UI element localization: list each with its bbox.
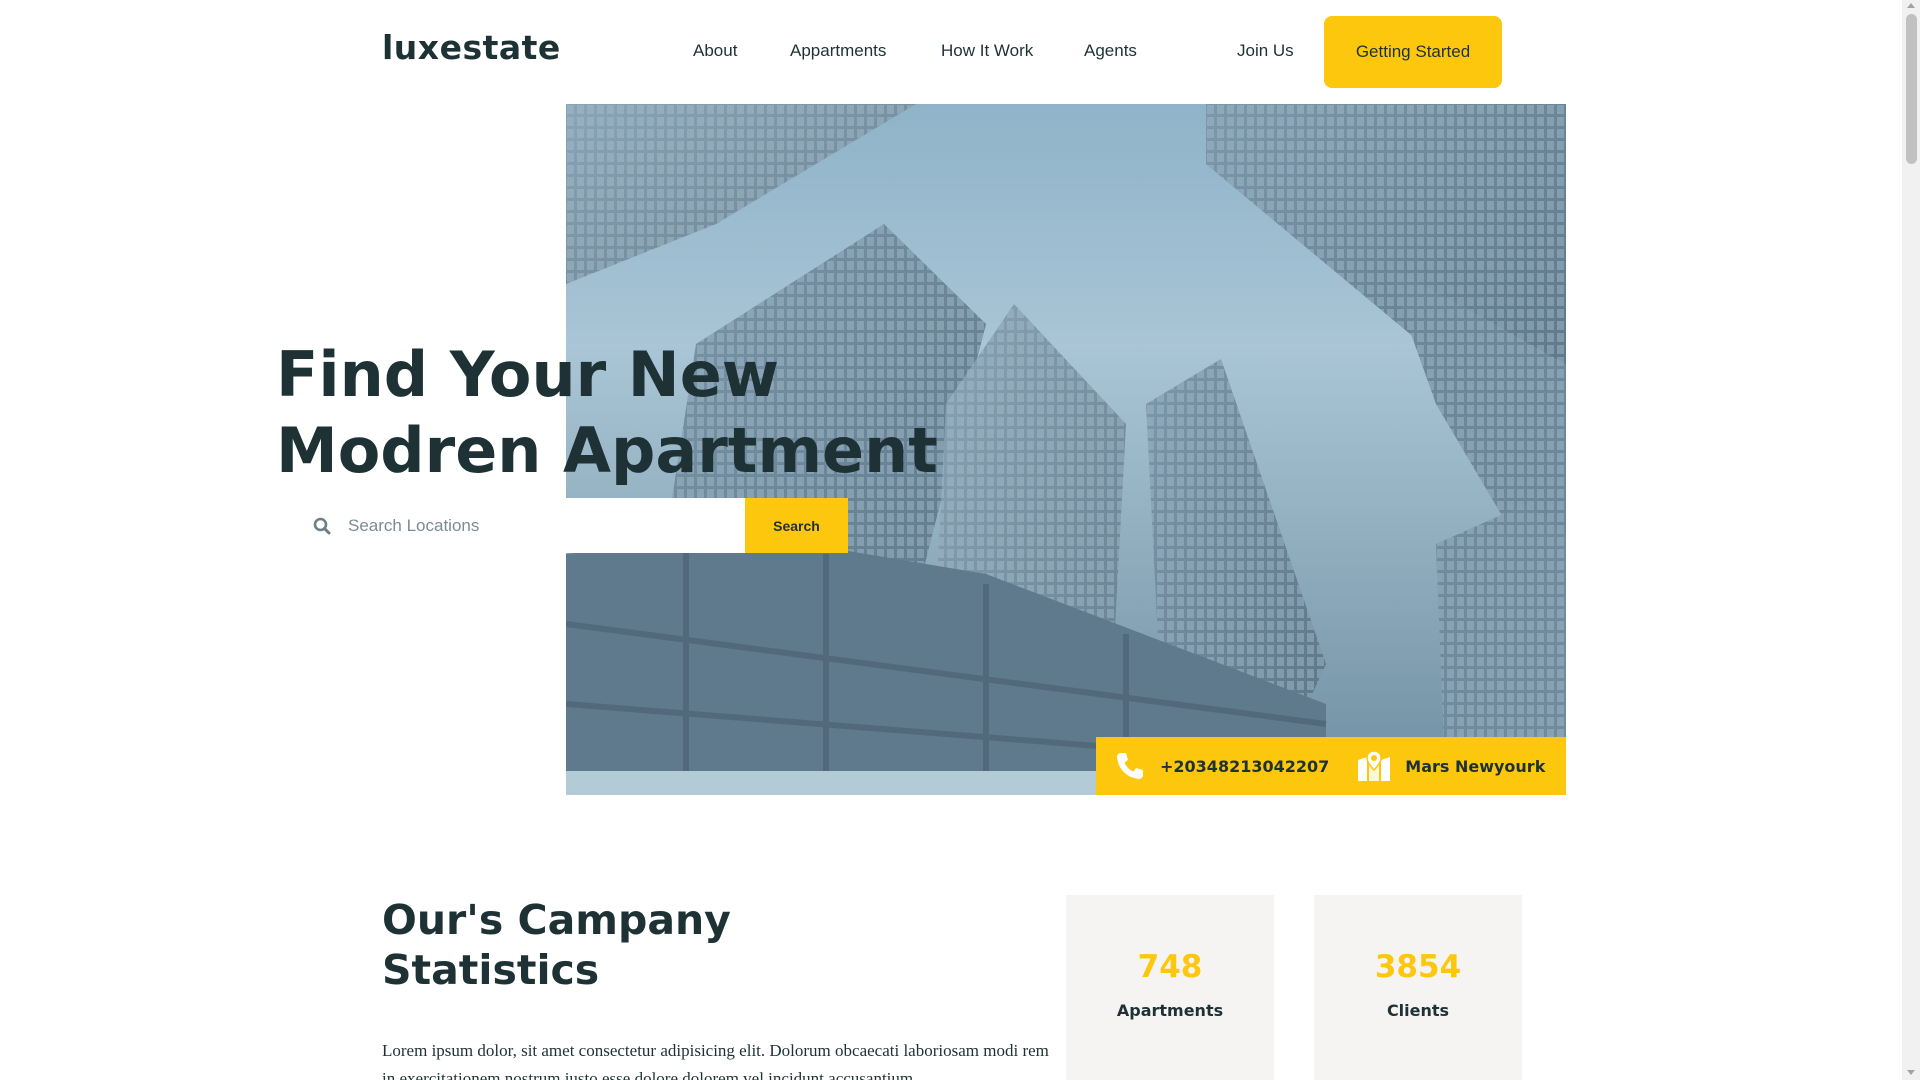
search-button[interactable]: Search <box>745 498 848 553</box>
stats-title-line2: Statistics <box>382 946 600 994</box>
search-bar: Search <box>276 498 848 553</box>
stat-card-clients: 3854 Clients <box>1314 895 1522 1080</box>
nav-agents[interactable]: Agents <box>1084 41 1137 61</box>
search-locations-input[interactable] <box>342 498 722 553</box>
stat-value: 3854 <box>1374 949 1462 985</box>
search-icon <box>302 498 342 553</box>
nav-apartments[interactable]: Appartments <box>790 41 886 61</box>
site-logo[interactable]: luxestate <box>382 28 561 67</box>
stats-title-line1: Our's Campany <box>382 896 731 944</box>
contact-phone-text: +20348213042207 <box>1160 756 1330 776</box>
stat-value: 748 <box>1137 949 1203 985</box>
scroll-down-arrow[interactable] <box>1907 1070 1915 1075</box>
hero-title-line1: Find Your New <box>276 338 780 411</box>
nav-how-it-work[interactable]: How It Work <box>941 41 1033 61</box>
getting-started-button[interactable]: Getting Started <box>1324 16 1502 88</box>
stats-title: Our's Campany Statistics <box>382 895 731 995</box>
stat-label: Clients <box>1386 1001 1450 1020</box>
map-location-icon <box>1357 750 1391 782</box>
stat-label: Apartments <box>1116 1001 1224 1020</box>
nav-join-us[interactable]: Join Us <box>1237 41 1294 61</box>
scroll-thumb[interactable] <box>1906 14 1917 164</box>
contact-bar: +20348213042207 Mars Newyourk <box>1096 737 1566 795</box>
stat-card-apartments: 748 Apartments <box>1066 895 1274 1080</box>
contact-location-text: Mars Newyourk <box>1405 756 1546 776</box>
hero-title-line2: Modren Apartment <box>276 414 938 487</box>
phone-icon <box>1114 750 1146 782</box>
page-scrollbar[interactable] <box>1902 0 1920 1080</box>
contact-location: Mars Newyourk <box>1357 750 1545 782</box>
nav-about[interactable]: About <box>693 41 737 61</box>
hero-title: Find Your New Modren Apartment <box>276 337 938 489</box>
stats-description: Lorem ipsum dolor, sit amet consectetur … <box>382 1041 1049 1080</box>
scroll-up-arrow[interactable] <box>1907 3 1915 8</box>
contact-phone[interactable]: +20348213042207 <box>1114 750 1329 782</box>
